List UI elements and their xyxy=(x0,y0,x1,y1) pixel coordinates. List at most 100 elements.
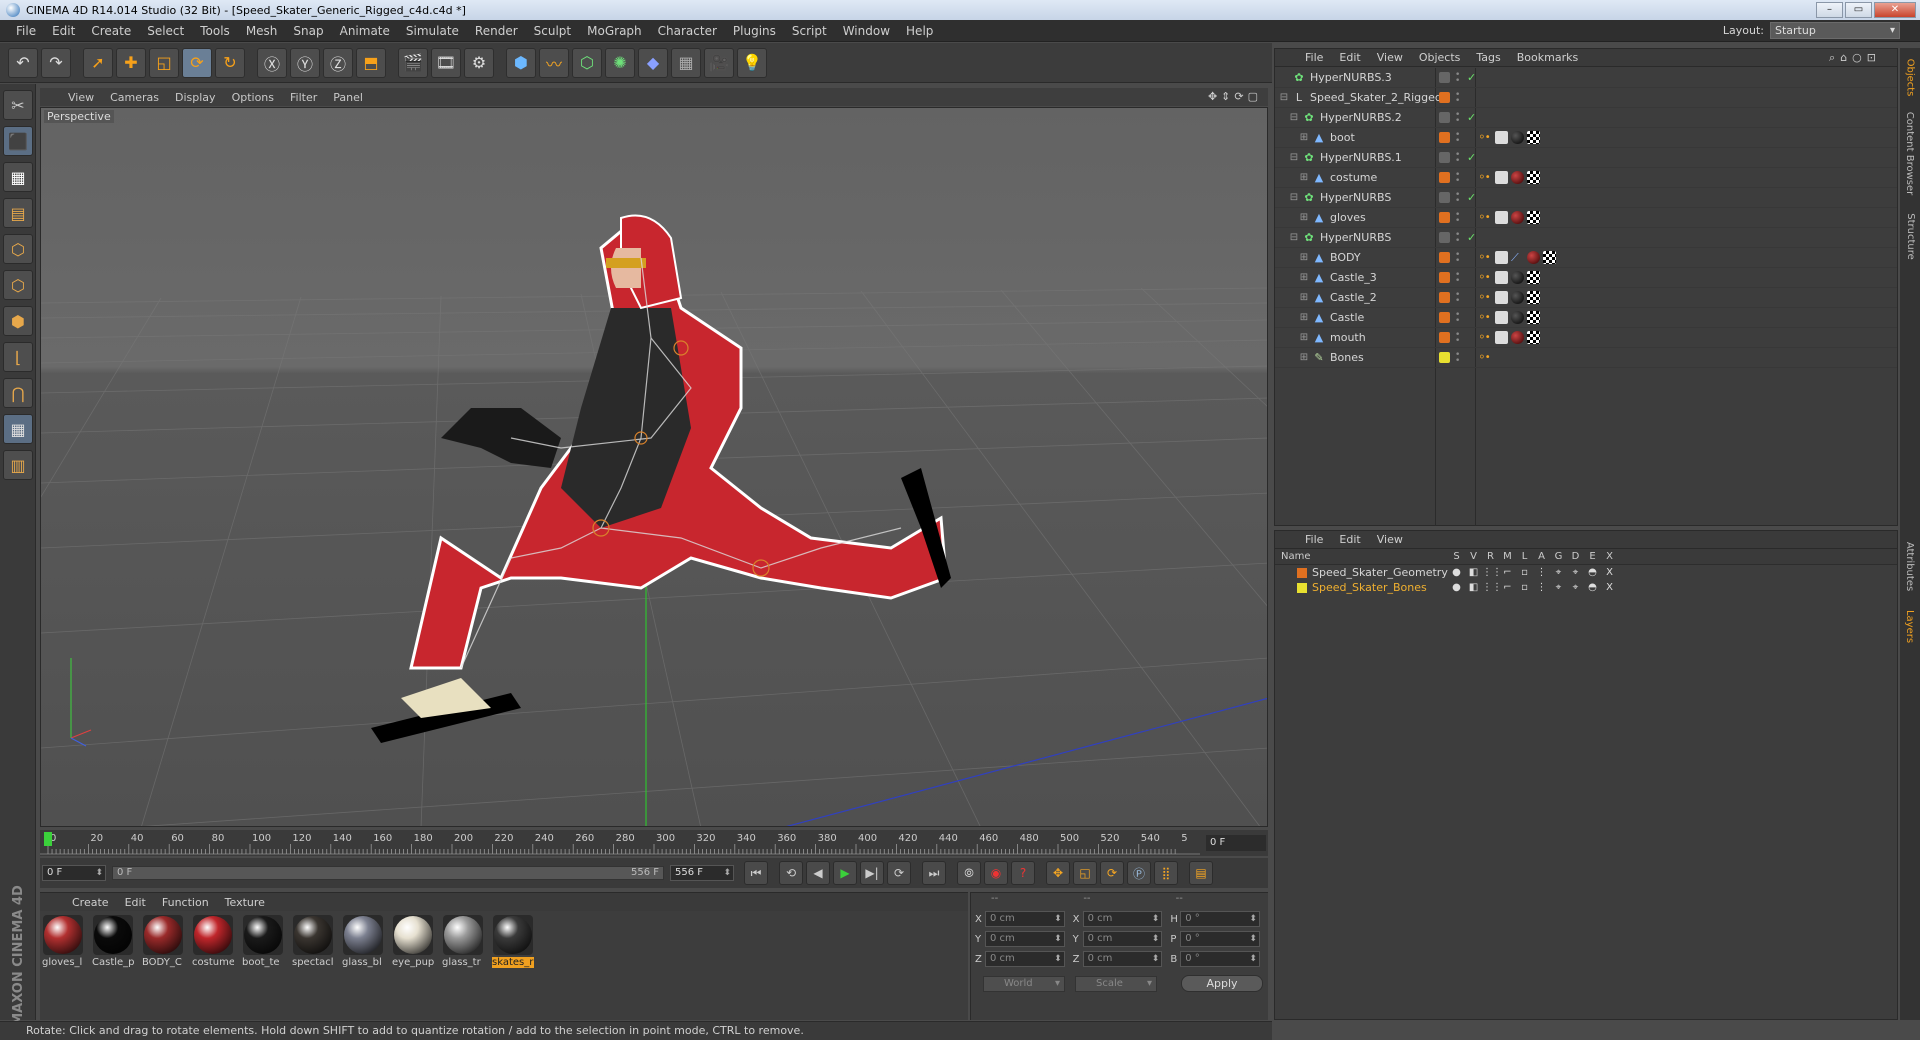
checker-tag-icon[interactable] xyxy=(1543,251,1556,264)
expand-toggle-icon[interactable]: ⊟ xyxy=(1285,192,1303,203)
mat-red-tag-icon[interactable] xyxy=(1511,211,1524,224)
layer-color-swatch[interactable] xyxy=(1439,232,1450,243)
expand-toggle-icon[interactable]: ⊟ xyxy=(1275,92,1293,103)
key-position-icon[interactable]: ✥ xyxy=(1046,861,1070,885)
object-row[interactable]: ⊞ ▲ BODY • • ⸰• ⟋ xyxy=(1275,248,1897,268)
object-name[interactable]: HyperNURBS.2 xyxy=(1320,111,1450,124)
layer-color-swatch[interactable] xyxy=(1439,192,1450,203)
preview-end-field[interactable]: 556 F xyxy=(670,865,734,881)
mat-red-tag-icon[interactable] xyxy=(1527,251,1540,264)
layer-name[interactable]: Speed_Skater_Geometry xyxy=(1312,566,1448,579)
model-mode-icon[interactable]: ⬛ xyxy=(3,126,33,156)
rotation-b-field[interactable]: 0 ° xyxy=(1180,951,1260,967)
layer-flag-icon[interactable]: ⋮⋮ xyxy=(1482,582,1502,593)
goto-previous-key-icon[interactable]: ⟲ xyxy=(779,861,803,885)
obj-menu-file[interactable]: File xyxy=(1297,51,1331,64)
menu-mograph[interactable]: MoGraph xyxy=(579,24,650,38)
uvw-tag-icon[interactable] xyxy=(1495,251,1508,264)
mat-dark-tag-icon[interactable] xyxy=(1511,291,1524,304)
menu-mesh[interactable]: Mesh xyxy=(238,24,286,38)
object-manager-search-icons[interactable]: ⌕⌂○⊡ xyxy=(1821,51,1889,65)
scale-icon[interactable]: ◱ xyxy=(149,47,179,78)
obj-menu-bookmarks[interactable]: Bookmarks xyxy=(1509,51,1586,64)
tab-structure[interactable]: Structure xyxy=(1900,206,1920,266)
object-row[interactable]: ⊞ ▲ costume • • ⸰• xyxy=(1275,168,1897,188)
layer-flag-icon[interactable]: ◧ xyxy=(1465,567,1482,578)
layer-flag-icon[interactable]: ◓ xyxy=(1584,582,1601,593)
layer-color-swatch[interactable] xyxy=(1439,352,1450,363)
tab-objects[interactable]: Objects xyxy=(1900,54,1920,100)
visibility-dots-icon[interactable]: • • xyxy=(1455,230,1460,245)
layer-flag-icon[interactable]: ⋮⋮ xyxy=(1482,567,1502,578)
expand-toggle-icon[interactable]: ⊞ xyxy=(1295,172,1313,183)
layer-flag-icon[interactable]: ⌖ xyxy=(1567,567,1584,578)
visibility-dots-icon[interactable]: • • xyxy=(1455,290,1460,305)
rotation-p-field[interactable]: 0 ° xyxy=(1180,931,1260,947)
layer-color-swatch[interactable] xyxy=(1439,172,1450,183)
ik-tag-icon[interactable]: ⸰• xyxy=(1479,131,1492,144)
menu-snap[interactable]: Snap xyxy=(285,24,331,38)
perspective-viewport[interactable]: Perspective xyxy=(40,107,1268,827)
menu-help[interactable]: Help xyxy=(898,24,941,38)
object-row[interactable]: ⊞ ▲ Castle_2 • • ⸰• xyxy=(1275,288,1897,308)
layer-flag-icon[interactable]: X xyxy=(1601,582,1618,593)
visibility-dots-icon[interactable]: • • xyxy=(1455,130,1460,145)
polygons-mode-icon[interactable]: ⬢ xyxy=(3,306,33,336)
size-y-field[interactable]: 0 cm xyxy=(1082,931,1163,947)
menu-character[interactable]: Character xyxy=(650,24,725,38)
layer-flag-icon[interactable]: ◓ xyxy=(1584,567,1601,578)
mat-red-tag-icon[interactable] xyxy=(1511,171,1524,184)
uvw-tag-icon[interactable] xyxy=(1495,211,1508,224)
checker-tag-icon[interactable] xyxy=(1527,271,1540,284)
key-scale-icon[interactable]: ◱ xyxy=(1073,861,1097,885)
expand-toggle-icon[interactable]: ⊞ xyxy=(1295,292,1313,303)
goto-start-icon[interactable]: ⏮ xyxy=(744,861,768,885)
object-row[interactable]: ⊞ ▲ gloves • • ⸰• xyxy=(1275,208,1897,228)
key-point-level-icon[interactable]: ⣿ xyxy=(1154,861,1178,885)
array-icon[interactable]: ✺ xyxy=(605,47,635,78)
ik-tag-icon[interactable]: ⸰• xyxy=(1479,351,1492,364)
expand-toggle-icon[interactable]: ⊞ xyxy=(1295,312,1313,323)
vp-menu-panel[interactable]: Panel xyxy=(325,91,371,104)
layer-color-swatch[interactable] xyxy=(1439,332,1450,343)
render-settings-icon[interactable]: ⚙ xyxy=(464,47,494,78)
menu-create[interactable]: Create xyxy=(83,24,139,38)
expand-toggle-icon[interactable]: ⊟ xyxy=(1285,152,1303,163)
visibility-dots-icon[interactable]: • • xyxy=(1455,150,1460,165)
checker-tag-icon[interactable] xyxy=(1527,131,1540,144)
layer-flag-icon[interactable]: ⌖ xyxy=(1550,567,1567,578)
object-row[interactable]: ⊞ ▲ mouth • • ⸰• xyxy=(1275,328,1897,348)
visibility-dots-icon[interactable]: • • xyxy=(1455,70,1460,85)
ik-tag-icon[interactable]: ⸰• xyxy=(1479,251,1492,264)
close-button[interactable]: ✕ xyxy=(1874,2,1916,18)
autokeying-icon[interactable]: ◉ xyxy=(984,861,1008,885)
layer-color-swatch[interactable] xyxy=(1439,252,1450,263)
layer-name[interactable]: Speed_Skater_Bones xyxy=(1312,581,1427,594)
undo-icon[interactable]: ↶ xyxy=(8,47,38,78)
object-row[interactable]: ⊟ L Speed_Skater_2_Rigged • • xyxy=(1275,88,1897,108)
workplane-lock-icon[interactable]: ▦ xyxy=(3,414,33,444)
visibility-dots-icon[interactable]: • • xyxy=(1455,170,1460,185)
layer-color-swatch[interactable] xyxy=(1297,567,1307,578)
ik-tag-icon[interactable]: ⸰• xyxy=(1479,271,1492,284)
checker-tag-icon[interactable] xyxy=(1527,291,1540,304)
menu-render[interactable]: Render xyxy=(467,24,526,38)
expand-toggle-icon[interactable]: ⊟ xyxy=(1285,112,1303,123)
position-x-field[interactable]: 0 cm xyxy=(984,911,1065,927)
material-swatch[interactable]: eye_pup xyxy=(392,915,434,968)
object-row[interactable]: ⊞ ▲ boot • • ⸰• xyxy=(1275,128,1897,148)
visibility-dots-icon[interactable]: • • xyxy=(1455,310,1460,325)
y-axis-lock-icon[interactable]: Ⓨ xyxy=(290,47,320,78)
material-swatch[interactable]: skates_r xyxy=(492,915,534,968)
keyframe-selection-icon[interactable]: ? xyxy=(1011,861,1035,885)
timeline-window-icon[interactable]: ▤ xyxy=(1189,861,1213,885)
menu-script[interactable]: Script xyxy=(784,24,835,38)
menu-file[interactable]: File xyxy=(8,24,44,38)
layer-menu-file[interactable]: File xyxy=(1297,533,1331,546)
layer-flag-icon[interactable]: ▫ xyxy=(1516,582,1533,593)
expand-toggle-icon[interactable]: ⊟ xyxy=(1285,232,1303,243)
expand-toggle-icon[interactable]: ⊞ xyxy=(1295,212,1313,223)
points-mode-icon[interactable]: ⬡ xyxy=(3,234,33,264)
layer-color-swatch[interactable] xyxy=(1439,312,1450,323)
layer-flag-icon[interactable]: ● xyxy=(1448,567,1465,578)
